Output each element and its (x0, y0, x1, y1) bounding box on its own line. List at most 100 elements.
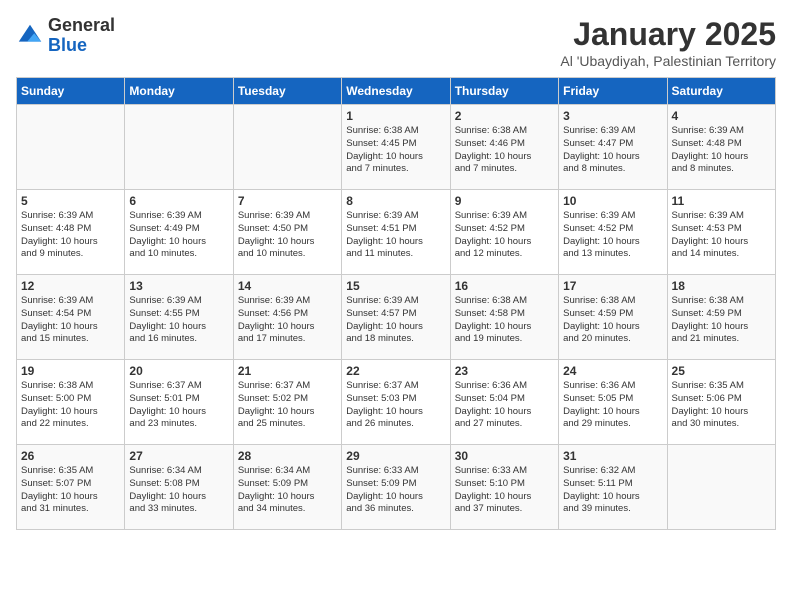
day-info: Sunrise: 6:39 AM Sunset: 4:54 PM Dayligh… (21, 295, 120, 346)
calendar-cell: 24 Sunrise: 6:36 AM Sunset: 5:05 PM Dayli… (559, 360, 667, 445)
weekday-header: Wednesday (342, 78, 450, 105)
day-number: 11 (672, 194, 771, 208)
calendar-cell: 5 Sunrise: 6:39 AM Sunset: 4:48 PM Daylig… (17, 190, 125, 275)
calendar-week-row: 1Sunrise: 6:38 AM Sunset: 4:45 PM Daylig… (17, 105, 776, 190)
calendar-cell (233, 105, 341, 190)
day-info: Sunrise: 6:39 AM Sunset: 4:48 PM Dayligh… (21, 210, 120, 261)
day-info: Sunrise: 6:38 AM Sunset: 5:00 PM Dayligh… (21, 380, 120, 431)
logo-blue: Blue (48, 35, 87, 55)
day-number: 6 (129, 194, 228, 208)
day-info: Sunrise: 6:38 AM Sunset: 4:59 PM Dayligh… (672, 295, 771, 346)
day-number: 9 (455, 194, 554, 208)
calendar-cell: 30Sunrise: 6:33 AM Sunset: 5:10 PM Dayli… (450, 445, 558, 530)
day-info: Sunrise: 6:39 AM Sunset: 4:49 PM Dayligh… (129, 210, 228, 261)
day-number: 14 (238, 279, 337, 293)
day-number: 28 (238, 449, 337, 463)
day-info: Sunrise: 6:39 AM Sunset: 4:48 PM Dayligh… (672, 125, 771, 176)
calendar-cell: 4 Sunrise: 6:39 AM Sunset: 4:48 PM Daylig… (667, 105, 775, 190)
day-info: Sunrise: 6:39 AM Sunset: 4:52 PM Dayligh… (563, 210, 662, 261)
day-info: Sunrise: 6:37 AM Sunset: 5:02 PM Dayligh… (238, 380, 337, 431)
day-number: 2 (455, 109, 554, 123)
title-block: January 2025 Al 'Ubaydiyah, Palestinian … (560, 16, 776, 69)
logo-text: General Blue (48, 16, 115, 56)
calendar-cell: 15 Sunrise: 6:39 AM Sunset: 4:57 PM Dayli… (342, 275, 450, 360)
calendar-title: January 2025 (560, 16, 776, 53)
day-number: 31 (563, 449, 662, 463)
logo-icon (16, 22, 44, 50)
day-info: Sunrise: 6:39 AM Sunset: 4:55 PM Dayligh… (129, 295, 228, 346)
day-number: 13 (129, 279, 228, 293)
logo: General Blue (16, 16, 115, 56)
day-number: 10 (563, 194, 662, 208)
day-number: 20 (129, 364, 228, 378)
day-number: 26 (21, 449, 120, 463)
day-info: Sunrise: 6:39 AM Sunset: 4:50 PM Dayligh… (238, 210, 337, 261)
calendar-table: SundayMondayTuesdayWednesdayThursdayFrid… (16, 77, 776, 530)
calendar-week-row: 19Sunrise: 6:38 AM Sunset: 5:00 PM Dayli… (17, 360, 776, 445)
calendar-cell: 17 Sunrise: 6:38 AM Sunset: 4:59 PM Dayli… (559, 275, 667, 360)
calendar-cell: 6 Sunrise: 6:39 AM Sunset: 4:49 PM Daylig… (125, 190, 233, 275)
day-number: 4 (672, 109, 771, 123)
day-number: 29 (346, 449, 445, 463)
day-number: 23 (455, 364, 554, 378)
calendar-cell: 29 Sunrise: 6:33 AM Sunset: 5:09 PM Dayli… (342, 445, 450, 530)
day-number: 24 (563, 364, 662, 378)
calendar-week-row: 12 Sunrise: 6:39 AM Sunset: 4:54 PM Dayli… (17, 275, 776, 360)
day-info: Sunrise: 6:39 AM Sunset: 4:57 PM Dayligh… (346, 295, 445, 346)
calendar-cell: 28 Sunrise: 6:34 AM Sunset: 5:09 PM Dayli… (233, 445, 341, 530)
calendar-cell: 7 Sunrise: 6:39 AM Sunset: 4:50 PM Daylig… (233, 190, 341, 275)
day-info: Sunrise: 6:39 AM Sunset: 4:56 PM Dayligh… (238, 295, 337, 346)
day-info: Sunrise: 6:34 AM Sunset: 5:09 PM Dayligh… (238, 465, 337, 516)
calendar-cell: 2 Sunrise: 6:38 AM Sunset: 4:46 PM Daylig… (450, 105, 558, 190)
day-number: 18 (672, 279, 771, 293)
day-info: Sunrise: 6:37 AM Sunset: 5:01 PM Dayligh… (129, 380, 228, 431)
day-number: 15 (346, 279, 445, 293)
calendar-cell (667, 445, 775, 530)
weekday-header-row: SundayMondayTuesdayWednesdayThursdayFrid… (17, 78, 776, 105)
calendar-cell: 16 Sunrise: 6:38 AM Sunset: 4:58 PM Dayli… (450, 275, 558, 360)
day-info: Sunrise: 6:32 AM Sunset: 5:11 PM Dayligh… (563, 465, 662, 516)
calendar-cell: 10 Sunrise: 6:39 AM Sunset: 4:52 PM Dayli… (559, 190, 667, 275)
calendar-cell: 27Sunrise: 6:34 AM Sunset: 5:08 PM Dayli… (125, 445, 233, 530)
calendar-week-row: 26 Sunrise: 6:35 AM Sunset: 5:07 PM Dayli… (17, 445, 776, 530)
day-info: Sunrise: 6:38 AM Sunset: 4:58 PM Dayligh… (455, 295, 554, 346)
day-number: 25 (672, 364, 771, 378)
day-info: Sunrise: 6:38 AM Sunset: 4:46 PM Dayligh… (455, 125, 554, 176)
weekday-header: Saturday (667, 78, 775, 105)
calendar-cell: 1Sunrise: 6:38 AM Sunset: 4:45 PM Daylig… (342, 105, 450, 190)
day-info: Sunrise: 6:35 AM Sunset: 5:06 PM Dayligh… (672, 380, 771, 431)
day-info: Sunrise: 6:37 AM Sunset: 5:03 PM Dayligh… (346, 380, 445, 431)
day-info: Sunrise: 6:36 AM Sunset: 5:05 PM Dayligh… (563, 380, 662, 431)
calendar-cell: 14 Sunrise: 6:39 AM Sunset: 4:56 PM Dayli… (233, 275, 341, 360)
calendar-cell: 31 Sunrise: 6:32 AM Sunset: 5:11 PM Dayli… (559, 445, 667, 530)
day-info: Sunrise: 6:38 AM Sunset: 4:59 PM Dayligh… (563, 295, 662, 346)
weekday-header: Monday (125, 78, 233, 105)
calendar-cell: 21 Sunrise: 6:37 AM Sunset: 5:02 PM Dayli… (233, 360, 341, 445)
calendar-cell: 20 Sunrise: 6:37 AM Sunset: 5:01 PM Dayli… (125, 360, 233, 445)
day-number: 21 (238, 364, 337, 378)
day-number: 27 (129, 449, 228, 463)
day-number: 12 (21, 279, 120, 293)
day-number: 5 (21, 194, 120, 208)
weekday-header: Thursday (450, 78, 558, 105)
day-number: 17 (563, 279, 662, 293)
day-info: Sunrise: 6:39 AM Sunset: 4:51 PM Dayligh… (346, 210, 445, 261)
calendar-subtitle: Al 'Ubaydiyah, Palestinian Territory (560, 53, 776, 69)
day-info: Sunrise: 6:39 AM Sunset: 4:47 PM Dayligh… (563, 125, 662, 176)
calendar-cell: 12 Sunrise: 6:39 AM Sunset: 4:54 PM Dayli… (17, 275, 125, 360)
day-info: Sunrise: 6:39 AM Sunset: 4:53 PM Dayligh… (672, 210, 771, 261)
calendar-cell: 13 Sunrise: 6:39 AM Sunset: 4:55 PM Dayli… (125, 275, 233, 360)
calendar-cell: 19Sunrise: 6:38 AM Sunset: 5:00 PM Dayli… (17, 360, 125, 445)
day-number: 8 (346, 194, 445, 208)
day-number: 22 (346, 364, 445, 378)
day-number: 3 (563, 109, 662, 123)
calendar-week-row: 5 Sunrise: 6:39 AM Sunset: 4:48 PM Daylig… (17, 190, 776, 275)
calendar-cell (17, 105, 125, 190)
day-number: 16 (455, 279, 554, 293)
page-header: General Blue January 2025 Al 'Ubaydiyah,… (16, 16, 776, 69)
day-number: 7 (238, 194, 337, 208)
calendar-cell: 26 Sunrise: 6:35 AM Sunset: 5:07 PM Dayli… (17, 445, 125, 530)
day-info: Sunrise: 6:38 AM Sunset: 4:45 PM Dayligh… (346, 125, 445, 176)
day-info: Sunrise: 6:33 AM Sunset: 5:09 PM Dayligh… (346, 465, 445, 516)
day-info: Sunrise: 6:35 AM Sunset: 5:07 PM Dayligh… (21, 465, 120, 516)
